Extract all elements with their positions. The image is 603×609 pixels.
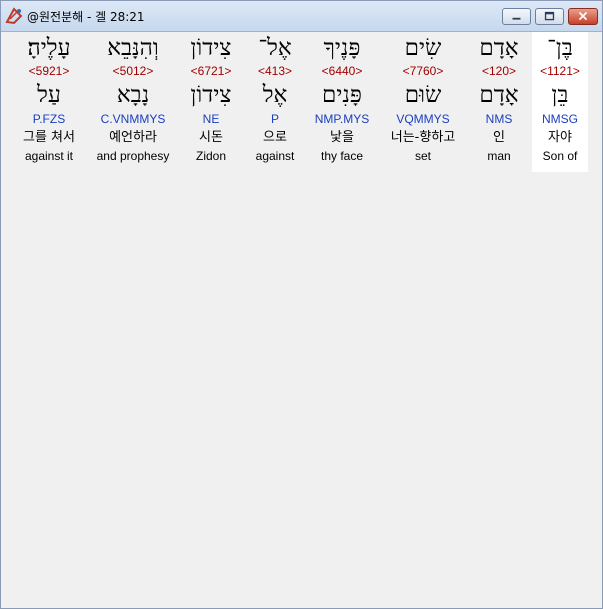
morphology-code[interactable]: P.FZS [13, 112, 85, 126]
hebrew-word: אֶל־ [258, 35, 292, 61]
strong-number[interactable]: <6721> [179, 64, 243, 78]
hebrew-lemma: נָבָא [116, 82, 150, 108]
hebrew-word: שִׂים [404, 35, 442, 61]
hebrew-lemma: עַל [37, 82, 61, 108]
english-gloss: man [487, 149, 511, 163]
close-button[interactable] [568, 8, 598, 25]
english-gloss: and prophesy [96, 149, 170, 163]
english-gloss: Zidon [195, 149, 227, 163]
minimize-icon [512, 17, 521, 20]
close-icon [578, 11, 588, 21]
hebrew-word: אָדָם [479, 35, 519, 61]
hebrew-word: וְהִנָּבֵא [107, 35, 159, 61]
morphology-code[interactable]: NMSG [532, 112, 588, 126]
korean-gloss: 예언하라 [109, 130, 157, 145]
hebrew-word: עָלֶיהָ׃ [27, 35, 71, 61]
english-gloss: against [255, 149, 295, 163]
word-column[interactable]: אָדָם <120> אָדָם NMS 인 man [469, 32, 529, 172]
strong-number[interactable]: <413> [247, 64, 303, 78]
title-bar[interactable]: @원전분해 - 겔 28:21 [1, 1, 602, 32]
strong-number[interactable]: <6440> [307, 64, 377, 78]
korean-gloss: 시돈 [199, 130, 223, 145]
minimize-button[interactable] [502, 8, 531, 25]
korean-gloss: 그를 쳐서 [23, 130, 75, 145]
english-gloss: thy face [320, 149, 364, 163]
maximize-icon [544, 11, 555, 21]
hebrew-lemma: בֵּן [551, 82, 569, 108]
english-gloss: against it [24, 149, 74, 163]
hebrew-lemma: אָדָם [479, 82, 519, 108]
morphology-code[interactable]: NMS [469, 112, 529, 126]
hebrew-lemma: צִידוֹן [190, 82, 232, 108]
word-column[interactable]: עָלֶיהָ׃ <5921> עַל P.FZS 그를 쳐서 against … [13, 32, 85, 172]
english-gloss: Son of [542, 149, 578, 163]
hebrew-lemma: שׂוּם [404, 82, 442, 108]
strong-number[interactable]: <7760> [379, 64, 467, 78]
hebrew-lemma: אֶל [262, 82, 288, 108]
korean-gloss: 자야 [548, 130, 572, 145]
morphology-code[interactable]: NMP.MYS [307, 112, 377, 126]
hebrew-word: פָּנֶיךָ [323, 35, 361, 61]
korean-gloss: 으로 [263, 130, 287, 145]
word-column[interactable]: וְהִנָּבֵא <5012> נָבָא C.VNMMYS 예언하라 an… [89, 32, 177, 172]
window-title: @원전분해 - 겔 28:21 [27, 10, 145, 24]
hebrew-word: צִידוֹן [190, 35, 232, 61]
word-column[interactable]: פָּנֶיךָ <6440> פָּנִים NMP.MYS 낯을 thy f… [307, 32, 377, 172]
strong-number[interactable]: <5012> [89, 64, 177, 78]
app-logo-icon [5, 7, 23, 25]
korean-gloss: 너는-향하고 [390, 130, 456, 145]
word-column[interactable]: שִׂים <7760> שׂוּם VQMMYS 너는-향하고 set [379, 32, 467, 172]
word-column[interactable]: אֶל־ <413> אֶל P 으로 against [247, 32, 303, 172]
korean-gloss: 낯을 [330, 130, 354, 145]
morphology-code[interactable]: C.VNMMYS [89, 112, 177, 126]
hebrew-lemma: פָּנִים [322, 82, 362, 108]
morphology-code[interactable]: NE [179, 112, 243, 126]
english-gloss: set [414, 149, 431, 163]
korean-gloss: 인 [493, 130, 505, 145]
strong-number[interactable]: <120> [469, 64, 529, 78]
app-window: @원전분해 - 겔 28:21 בֶּן־ <1121> בֵּן NMSG 자… [0, 0, 603, 609]
morphology-code[interactable]: P [247, 112, 303, 126]
interlinear-panel: בֶּן־ <1121> בֵּן NMSG 자야 Son of אָדָם <… [3, 32, 600, 606]
maximize-button[interactable] [535, 8, 564, 25]
morphology-code[interactable]: VQMMYS [379, 112, 467, 126]
strong-number[interactable]: <1121> [532, 64, 588, 78]
word-column[interactable]: צִידוֹן <6721> צִידוֹן NE 시돈 Zidon [179, 32, 243, 172]
hebrew-word: בֶּן־ [547, 35, 573, 61]
word-column[interactable]: בֶּן־ <1121> בֵּן NMSG 자야 Son of [532, 32, 588, 172]
strong-number[interactable]: <5921> [13, 64, 85, 78]
